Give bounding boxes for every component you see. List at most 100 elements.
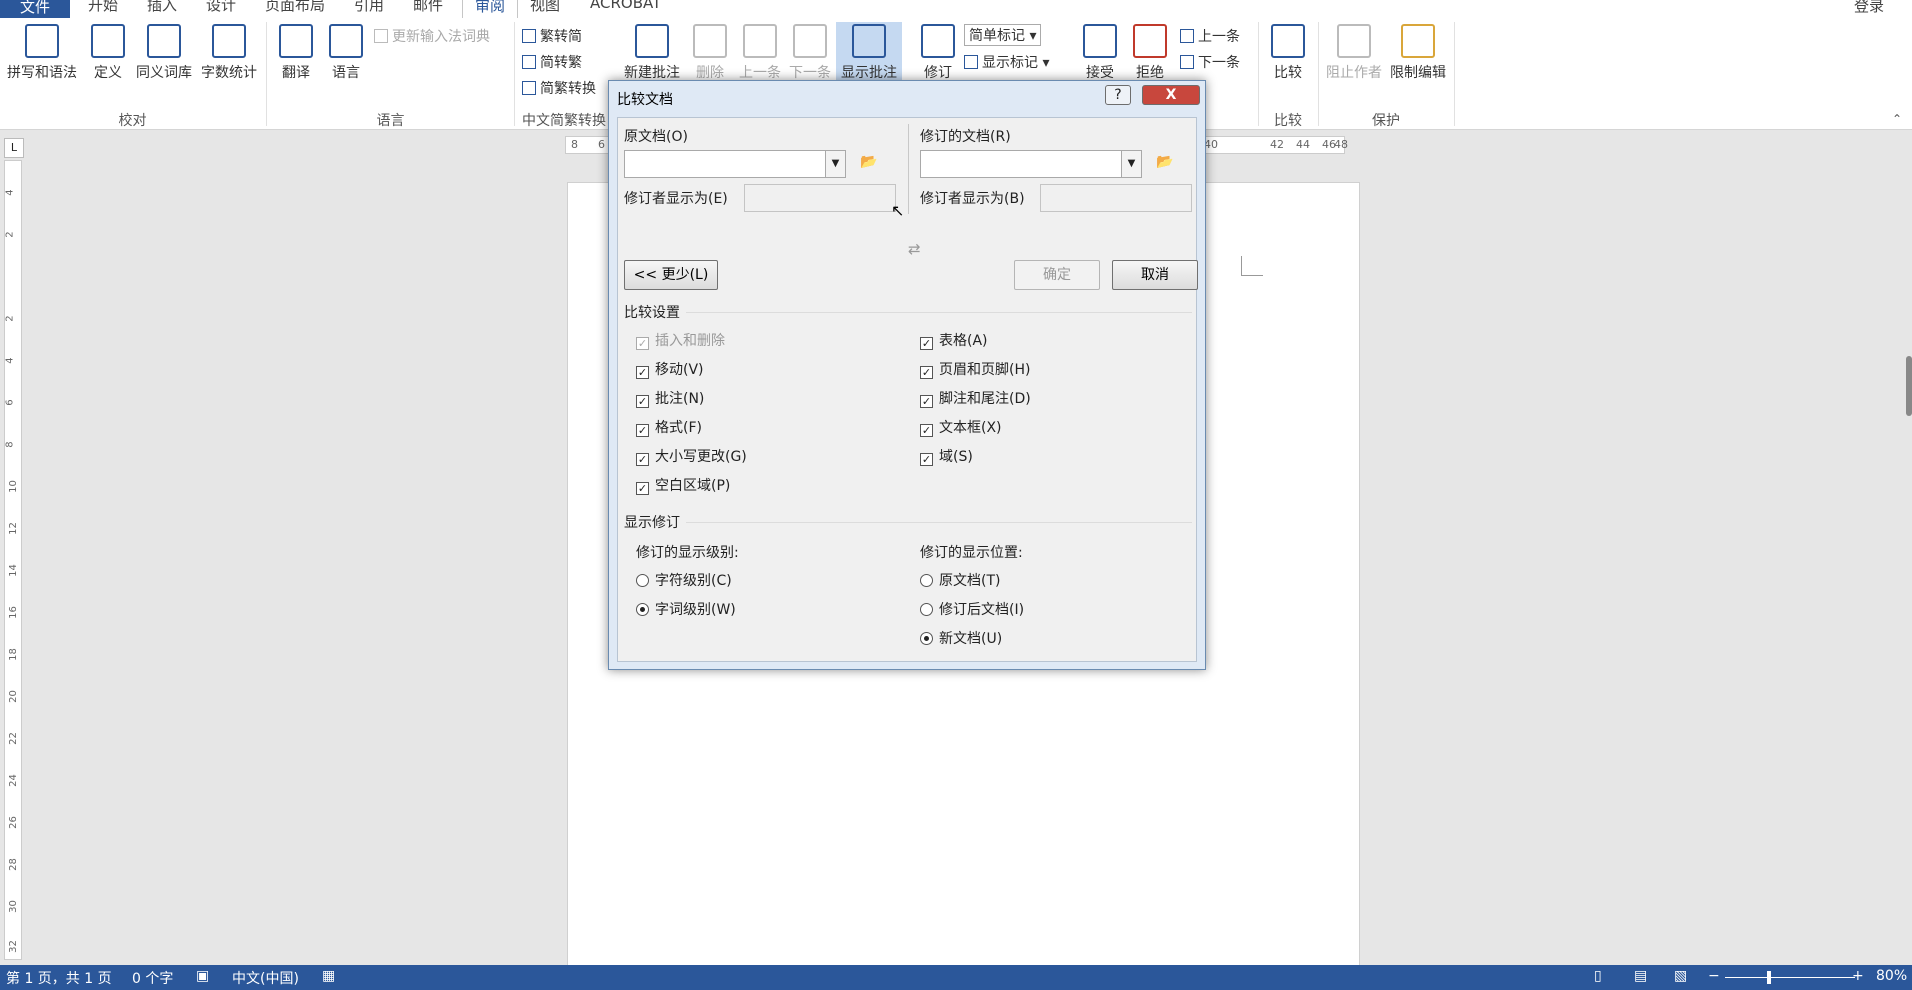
zoom-level[interactable]: 80% <box>1876 968 1907 984</box>
cancel-button[interactable]: 取消 <box>1112 260 1198 290</box>
original-document-combo[interactable]: ▼ <box>624 150 846 178</box>
word-count-button[interactable]: 字数统计 <box>198 24 260 82</box>
close-button[interactable]: X <box>1142 85 1200 105</box>
tab-layout[interactable]: 页面布局 <box>265 0 325 15</box>
define-button[interactable]: 定义 <box>88 24 128 82</box>
language-status[interactable]: 中文(中国) <box>232 968 299 988</box>
checkbox-case-changes[interactable]: ✓ 大小写更改(G) <box>636 446 747 466</box>
zoom-slider-track[interactable] <box>1725 977 1855 978</box>
dialog-body: 原文档(O) ▼ 📂 修订者显示为(E) 修订的文档(R) ▼ 📂 修订者显示为… <box>617 117 1198 662</box>
collapse-ribbon-icon[interactable]: ⌃ <box>1892 112 1902 126</box>
chevron-down-icon[interactable]: ▼ <box>825 151 845 177</box>
proofing-icon[interactable]: ▣ <box>196 968 209 984</box>
tab-design[interactable]: 设计 <box>206 0 236 15</box>
swap-documents-icon[interactable]: ⇄ <box>908 240 921 258</box>
checkbox-formatting[interactable]: ✓ 格式(F) <box>636 417 702 437</box>
check-icon: ✓ <box>636 366 649 379</box>
macro-icon[interactable]: ▦ <box>322 968 335 984</box>
web-layout-icon[interactable]: ▧ <box>1674 968 1687 984</box>
reject-button[interactable]: 拒绝 <box>1130 24 1170 82</box>
tab-view[interactable]: 视图 <box>530 0 560 15</box>
compare-button[interactable]: 比较 <box>1268 24 1308 82</box>
next-comment-icon <box>793 24 827 58</box>
check-icon: ✓ <box>636 337 649 350</box>
simple-markup-dropdown[interactable]: 简单标记 ▾ <box>964 24 1042 46</box>
markup-icon <box>964 55 978 69</box>
accept-button[interactable]: 接受 <box>1080 24 1120 82</box>
delete-comment-button[interactable]: 删除 <box>688 24 732 82</box>
chevron-down-icon[interactable]: ▼ <box>1121 151 1141 177</box>
check-icon: ✓ <box>636 482 649 495</box>
checkbox-footnotes-endnotes[interactable]: ✓ 脚注和尾注(D) <box>920 388 1031 408</box>
simp-to-trad-button[interactable]: 简转繁 <box>522 52 582 72</box>
read-mode-icon[interactable]: ▯ <box>1594 968 1602 984</box>
section-divider <box>686 522 1192 523</box>
original-author-field[interactable] <box>744 184 896 212</box>
browse-original-folder-icon[interactable]: 📂 <box>860 154 884 172</box>
revised-document-label: 修订的文档(R) <box>920 129 1011 145</box>
new-comment-button[interactable]: 新建批注 <box>622 24 682 82</box>
ok-button[interactable]: 确定 <box>1014 260 1100 290</box>
print-layout-icon[interactable]: ▤ <box>1634 968 1647 984</box>
help-button[interactable]: ? <box>1105 85 1131 105</box>
checkbox-moves[interactable]: ✓ 移动(V) <box>636 359 704 379</box>
less-button[interactable]: << 更少(L) <box>624 260 718 290</box>
browse-revised-folder-icon[interactable]: 📂 <box>1156 154 1180 172</box>
check-icon: ✓ <box>920 453 933 466</box>
zoom-in-icon[interactable]: + <box>1852 968 1864 984</box>
tab-home[interactable]: 开始 <box>88 0 118 15</box>
prev-comment-icon <box>743 24 777 58</box>
trad-to-simp-button[interactable]: 繁转简 <box>522 26 582 46</box>
prev-change-button[interactable]: 上一条 <box>1180 26 1240 46</box>
login-link[interactable]: 登录 <box>1854 0 1884 16</box>
page-count[interactable]: 第 1 页，共 1 页 <box>6 968 112 988</box>
show-comments-button[interactable]: 显示批注 <box>836 22 902 82</box>
block-authors-button[interactable]: 阻止作者 <box>1324 24 1384 82</box>
translate-button[interactable]: 翻译 <box>276 24 316 82</box>
tab-stop-selector[interactable]: L <box>4 138 24 158</box>
restrict-editing-button[interactable]: 限制编辑 <box>1388 24 1448 82</box>
tab-mailings[interactable]: 邮件 <box>413 0 443 15</box>
radio-character-level[interactable]: 字符级别(C) <box>636 570 732 590</box>
checkbox-white-space[interactable]: ✓ 空白区域(P) <box>636 475 730 495</box>
original-document-label: 原文档(O) <box>624 129 688 145</box>
checkbox-textboxes[interactable]: ✓ 文本框(X) <box>920 417 1002 437</box>
vertical-ruler[interactable]: 4 2 2 4 6 8 10 12 14 16 18 20 22 24 26 2… <box>4 160 22 960</box>
thesaurus-button[interactable]: 同义词库 <box>134 24 194 82</box>
checkbox-fields[interactable]: ✓ 域(S) <box>920 446 973 466</box>
zoom-out-icon[interactable]: − <box>1708 968 1720 984</box>
word-count[interactable]: 0 个字 <box>132 968 173 988</box>
checkbox-comments[interactable]: ✓ 批注(N) <box>636 388 704 408</box>
scrollbar-thumb[interactable] <box>1906 356 1912 416</box>
show-markup-button[interactable]: 显示标记 ▾ <box>964 52 1049 72</box>
update-ime-button[interactable]: 更新输入法词典 <box>374 26 490 46</box>
spelling-button[interactable]: 拼写和语法 <box>4 24 80 82</box>
radio-original-document[interactable]: 原文档(T) <box>920 570 1000 590</box>
check-icon: ✓ <box>636 395 649 408</box>
next-comment-button[interactable]: 下一条 <box>786 24 834 82</box>
checkbox-insertions-deletions[interactable]: ✓ 插入和删除 <box>636 330 725 350</box>
tab-acrobat[interactable]: ACROBAT <box>590 0 661 12</box>
radio-new-document[interactable]: 新文档(U) <box>920 628 1002 648</box>
check-icon: ✓ <box>920 395 933 408</box>
checkbox-headers-footers[interactable]: ✓ 页眉和页脚(H) <box>920 359 1030 379</box>
revised-label-changes-label: 修订者显示为(B) <box>920 191 1025 207</box>
radio-revised-document[interactable]: 修订后文档(I) <box>920 599 1024 619</box>
tab-review[interactable]: 审阅 <box>462 0 519 18</box>
tab-references[interactable]: 引用 <box>354 0 384 15</box>
radio-selected-icon <box>636 603 649 616</box>
next-change-button[interactable]: 下一条 <box>1180 52 1240 72</box>
revised-document-combo[interactable]: ▼ <box>920 150 1142 178</box>
dictionary-icon <box>374 29 388 43</box>
tab-file[interactable]: 文件 <box>0 0 70 18</box>
track-changes-button[interactable]: 修订 <box>918 24 958 82</box>
language-button[interactable]: 语言 <box>326 24 366 82</box>
convert-button[interactable]: 简繁转换 <box>522 78 596 98</box>
prev-comment-button[interactable]: 上一条 <box>736 24 784 82</box>
check-icon: ✓ <box>920 366 933 379</box>
tab-insert[interactable]: 插入 <box>147 0 177 15</box>
zoom-slider-thumb[interactable] <box>1767 971 1771 984</box>
radio-word-level[interactable]: 字词级别(W) <box>636 599 736 619</box>
revised-author-field[interactable] <box>1040 184 1192 212</box>
checkbox-tables[interactable]: ✓ 表格(A) <box>920 330 988 350</box>
